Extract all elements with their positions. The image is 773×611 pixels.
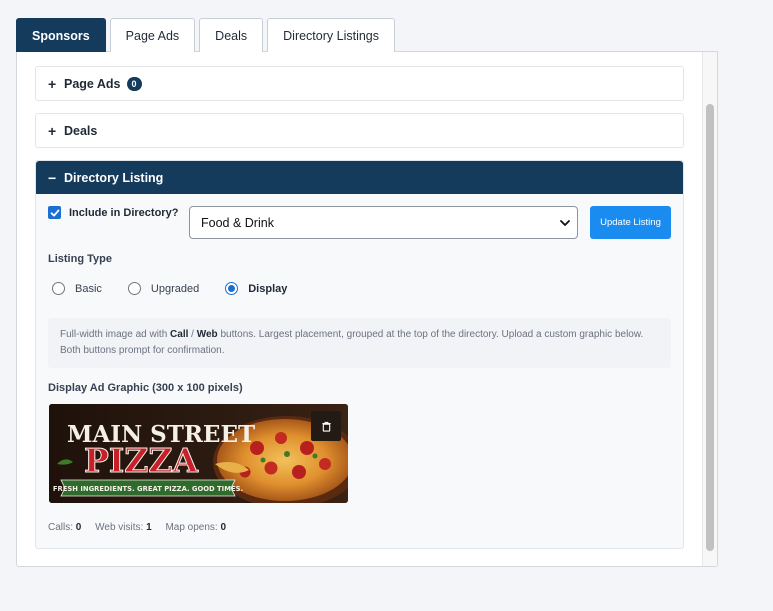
tab-sponsors[interactable]: Sponsors [16,18,106,52]
display-ad-graphic: MAIN STREET PIZZA FRESH INGREDIENTS. GRE… [49,404,348,503]
stat-map-opens: Map opens: 0 [165,522,227,533]
expand-icon: + [48,75,57,92]
accordion-header-deals[interactable]: + Deals [36,114,683,147]
category-value: Food & Drink [201,215,274,230]
expand-icon: + [48,122,57,139]
radio-circle [127,282,141,295]
collapse-icon: − [48,169,57,186]
accordion-title: Deals [64,123,98,138]
vertical-scrollbar[interactable] [702,52,717,566]
radio-label: Upgraded [150,282,200,295]
accordion-directory-listing: − Directory Listing Include in Directory… [35,160,684,549]
pizza-ad-image: MAIN STREET PIZZA FRESH INGREDIENTS. GRE… [49,404,348,503]
listing-stats: Calls: 0 Web visits: 1 Map opens: 0 [48,522,237,533]
update-listing-button[interactable]: Update Listing [590,206,671,239]
radio-label: Display [248,282,288,295]
include-checkbox[interactable] [48,206,61,219]
display-ad-graphic-label: Display Ad Graphic (300 x 100 pixels) [48,382,243,394]
sponsors-panel: + Page Ads 0 + Deals − Directory Listing… [16,51,718,567]
listing-type-radios: Basic Upgraded Display [52,282,313,295]
stat-calls: Calls: 0 [48,522,82,533]
accordion-title: Page Ads [64,76,121,91]
listing-type-description: Full-width image ad with Call / Web butt… [48,318,671,368]
accordion-title: Directory Listing [64,170,164,185]
accordion-header-directory-listing[interactable]: − Directory Listing [36,161,683,194]
scrollbar-thumb[interactable] [706,104,714,551]
radio-circle [52,282,65,295]
include-label: Include in Directory? [69,206,179,219]
chevron-down-icon [560,220,570,226]
accordion-header-page-ads[interactable]: + Page Ads 0 [36,67,683,100]
ad-title-line2: PIZZA [84,441,198,480]
accordion-page-ads: + Page Ads 0 [35,66,684,101]
tab-page-ads[interactable]: Page Ads [109,18,196,52]
check-icon [50,209,59,216]
ad-tagline: FRESH INGREDIENTS. GREAT PIZZA. GOOD TIM… [53,485,243,493]
tab-bar: Sponsors Page Ads Deals Directory Listin… [16,18,396,52]
trash-icon [321,421,331,432]
radio-circle-selected [225,282,239,295]
stat-web-visits: Web visits: 1 [95,522,152,533]
radio-upgraded[interactable]: Upgraded [127,282,200,295]
radio-basic[interactable]: Basic [52,282,102,295]
count-badge: 0 [126,76,142,91]
tab-deals[interactable]: Deals [199,18,264,52]
radio-display[interactable]: Display [225,282,287,295]
accordion-deals: + Deals [35,113,684,148]
radio-label: Basic [75,282,102,295]
category-select[interactable]: Food & Drink [189,206,578,239]
listing-type-label: Listing Type [48,253,112,265]
delete-graphic-button[interactable] [311,411,341,441]
tab-directory-listings[interactable]: Directory Listings [267,18,396,52]
